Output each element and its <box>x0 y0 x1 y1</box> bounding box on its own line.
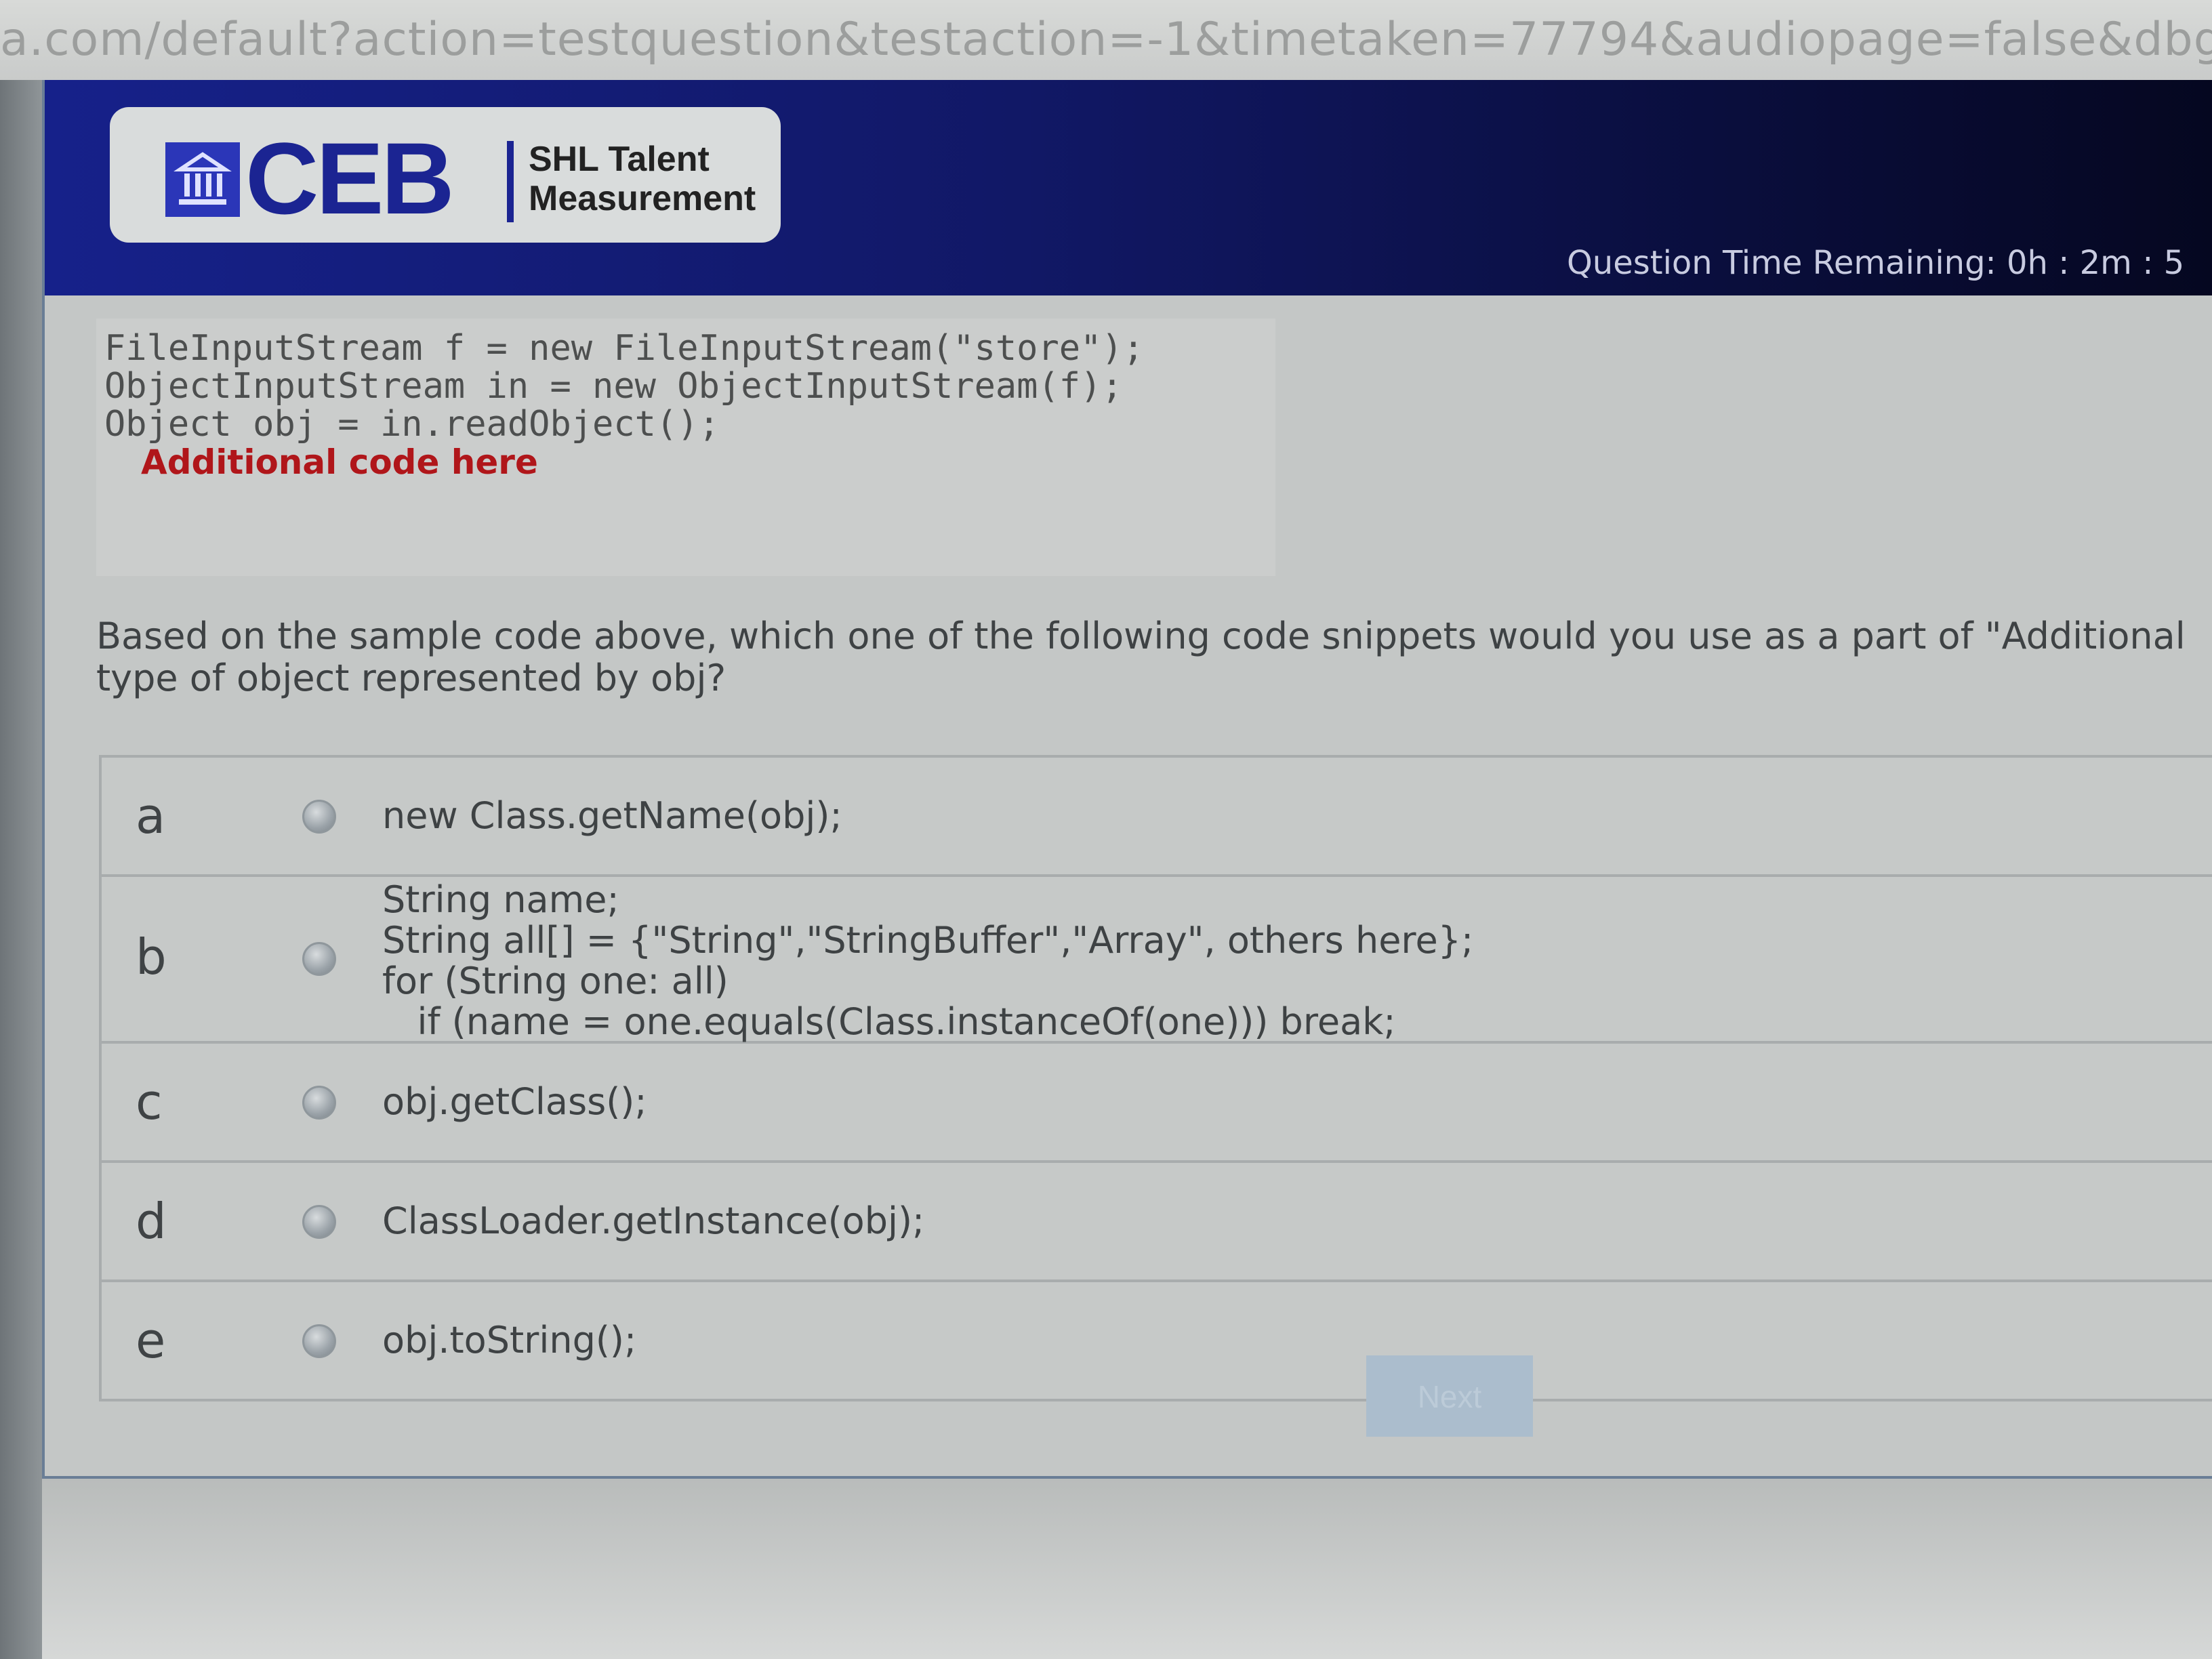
option-letter: a <box>136 787 166 844</box>
option-letter: d <box>136 1193 167 1250</box>
logo-divider <box>507 141 514 222</box>
logo: CEB SHL Talent Measurement <box>110 107 781 243</box>
code-placeholder: Additional code here <box>141 443 538 482</box>
option-row-a[interactable]: a new Class.getName(obj); <box>99 758 2212 877</box>
option-radio-a[interactable] <box>302 800 336 834</box>
option-radio-e[interactable] <box>302 1324 336 1358</box>
logo-subtitle: SHL Talent Measurement <box>529 140 756 218</box>
option-letter: c <box>136 1073 163 1130</box>
screen-edge <box>0 80 42 1659</box>
question-line-2: type of object represented by obj? <box>96 657 726 699</box>
code-line-1: FileInputStream f = new FileInputStream(… <box>104 328 1145 369</box>
option-text: obj.getClass(); <box>382 1080 647 1123</box>
code-sample: FileInputStream f = new FileInputStream(… <box>96 319 1275 576</box>
option-row-e[interactable]: e obj.toString(); <box>99 1282 2212 1401</box>
logo-subtitle-line1: SHL Talent <box>529 140 710 179</box>
url-text: a.com/default?action=testquestion&testac… <box>0 13 2212 66</box>
screen-bottom <box>42 1479 2212 1659</box>
option-text: obj.toString(); <box>382 1319 637 1361</box>
question-line-1: Based on the sample code above, which on… <box>96 615 2186 657</box>
option-letter: b <box>136 928 167 985</box>
code-line-2: ObjectInputStream in = new ObjectInputSt… <box>104 366 1123 407</box>
option-row-d[interactable]: d ClassLoader.getInstance(obj); <box>99 1163 2212 1282</box>
option-text: String name; String all[] = {"String","S… <box>382 878 1474 1043</box>
header-banner: CEB SHL Talent Measurement Question Time… <box>45 80 2212 295</box>
next-button[interactable]: Next <box>1366 1355 1533 1437</box>
building-icon <box>165 142 240 217</box>
logo-ceb-text: CEB <box>245 121 455 235</box>
address-bar[interactable]: a.com/default?action=testquestion&testac… <box>0 0 2212 80</box>
test-page: CEB SHL Talent Measurement Question Time… <box>42 80 2212 1479</box>
option-row-c[interactable]: c obj.getClass(); <box>99 1044 2212 1163</box>
question-text: Based on the sample code above, which on… <box>96 615 2212 699</box>
option-row-b[interactable]: b String name; String all[] = {"String",… <box>99 877 2212 1044</box>
code-line-3: Object obj = in.readObject(); <box>104 404 720 445</box>
option-radio-c[interactable] <box>302 1086 336 1120</box>
question-timer: Question Time Remaining: 0h : 2m : 5 <box>1567 244 2185 282</box>
answer-options: a new Class.getName(obj); b String name;… <box>99 755 2212 1408</box>
option-radio-b[interactable] <box>302 942 336 976</box>
option-letter: e <box>136 1312 166 1369</box>
option-text: new Class.getName(obj); <box>382 794 842 837</box>
option-text: ClassLoader.getInstance(obj); <box>382 1200 925 1242</box>
option-radio-d[interactable] <box>302 1205 336 1239</box>
logo-subtitle-line2: Measurement <box>529 179 756 218</box>
